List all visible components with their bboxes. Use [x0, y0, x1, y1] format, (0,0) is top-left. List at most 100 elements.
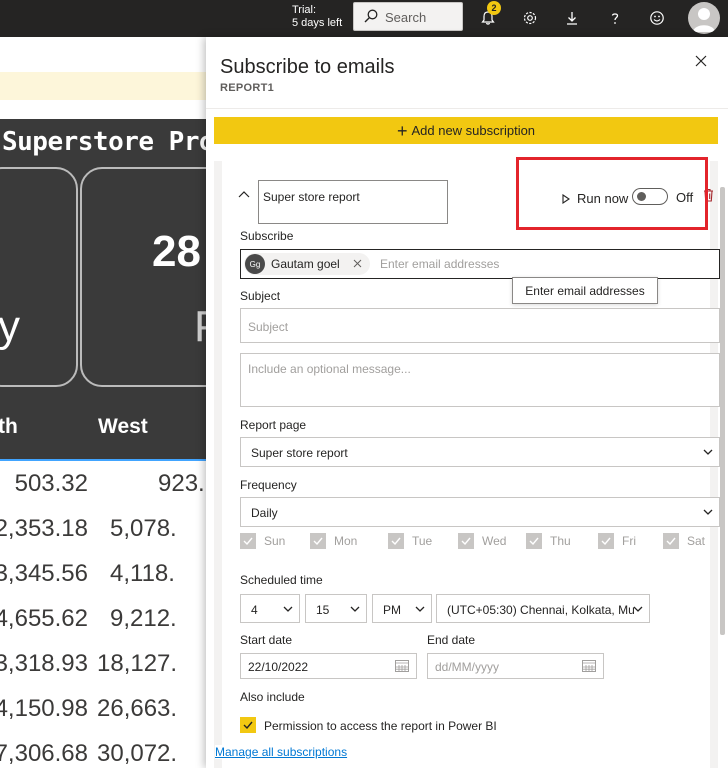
- day-label: Tue: [412, 534, 433, 548]
- subscription-card: Super store report Run now Off Subscribe…: [214, 161, 720, 768]
- manage-subscriptions-link[interactable]: Manage all subscriptions: [215, 745, 348, 759]
- day-label: Mon: [334, 534, 358, 548]
- kpi-value: 28: [152, 227, 201, 276]
- add-subscription-button[interactable]: + Add new subscription: [214, 117, 718, 144]
- hour-value: 4: [251, 603, 258, 617]
- help-icon[interactable]: [605, 8, 625, 28]
- also-include-label: Also include: [240, 690, 305, 704]
- subscription-form: Super store report Run now Off Subscribe…: [222, 161, 720, 768]
- recipient-chip: Gg Gautam goel: [244, 253, 370, 275]
- trial-label: Trial:: [292, 4, 317, 16]
- subject-input[interactable]: Subject: [240, 308, 720, 343]
- subscribe-label: Subscribe: [240, 229, 294, 243]
- day-label: Sat: [687, 534, 706, 548]
- remove-recipient-icon[interactable]: [353, 259, 362, 268]
- end-date-label: End date: [427, 633, 476, 647]
- start-date-label: Start date: [240, 633, 293, 647]
- table-cell: 4,118.: [110, 560, 175, 587]
- chevron-down-icon: [283, 606, 293, 612]
- table-cell: 923.: [158, 470, 205, 497]
- day-label: Fri: [622, 534, 636, 548]
- search-icon: [364, 9, 378, 23]
- table-cell: 18,127.: [97, 650, 178, 677]
- email-tooltip: Enter email addresses: [512, 277, 658, 304]
- download-icon[interactable]: [562, 8, 582, 28]
- day-label: Sun: [264, 534, 286, 548]
- plus-icon: +: [396, 120, 408, 141]
- timezone-select[interactable]: (UTC+05:30) Chennai, Kolkata, Mu: [436, 594, 650, 623]
- checkbox: [310, 533, 326, 549]
- chevron-up-icon[interactable]: [238, 189, 250, 199]
- recipients-field[interactable]: Gg Gautam goel Enter email addresses: [240, 249, 720, 279]
- email-input-placeholder[interactable]: Enter email addresses: [380, 257, 499, 271]
- calendar-icon[interactable]: [582, 659, 596, 672]
- chevron-down-icon: [415, 606, 425, 612]
- table-cell: 3,318.93: [0, 650, 88, 677]
- close-icon[interactable]: [694, 54, 708, 68]
- header-divider: [0, 459, 206, 461]
- ampm-select[interactable]: PM: [372, 594, 432, 623]
- checkbox: [526, 533, 542, 549]
- end-date-field[interactable]: dd/MM/yyyy: [427, 653, 604, 679]
- search-label: Search: [385, 10, 427, 25]
- kpi-label: P: [194, 302, 206, 352]
- table-cell: 26,663.: [97, 695, 178, 722]
- day-checkbox-sun[interactable]: Sun: [240, 533, 285, 549]
- checkbox: [598, 533, 614, 549]
- day-checkbox-fri[interactable]: Fri: [598, 533, 636, 549]
- table-cell: 4,150.98: [0, 695, 88, 722]
- recipient-name: Gautam goel: [271, 257, 340, 271]
- timezone-value: (UTC+05:30) Chennai, Kolkata, Mu: [447, 603, 635, 617]
- start-date-field[interactable]: 22/10/2022: [240, 653, 417, 679]
- chevron-down-icon: [350, 606, 360, 612]
- subscription-name-input[interactable]: Super store report: [258, 180, 448, 224]
- table-cell: 2,353.18: [0, 515, 88, 542]
- smiley-icon[interactable]: [647, 8, 667, 28]
- frequency-select[interactable]: Daily: [240, 497, 720, 527]
- day-checkbox-sat[interactable]: Sat: [663, 533, 705, 549]
- table-cell: 503.32: [14, 470, 88, 497]
- gear-icon[interactable]: [520, 8, 540, 28]
- trial-status: Trial: 5 days left: [292, 4, 342, 30]
- permission-checkbox[interactable]: [240, 717, 256, 733]
- divider: [206, 108, 728, 109]
- top-bar: Trial: 5 days left Search 2: [0, 0, 728, 37]
- kpi-card: [80, 167, 206, 387]
- hour-select[interactable]: 4: [240, 594, 300, 623]
- scheduled-time-label: Scheduled time: [240, 573, 323, 587]
- message-textarea[interactable]: Include an optional message...: [240, 353, 720, 407]
- start-date-value: 22/10/2022: [248, 660, 309, 674]
- user-avatar[interactable]: [688, 2, 720, 34]
- day-checkbox-tue[interactable]: Tue: [388, 533, 432, 549]
- kpi-label: y: [0, 302, 20, 351]
- report-name: REPORT1: [220, 82, 275, 94]
- checkbox: [240, 533, 256, 549]
- permission-label: Permission to access the report in Power…: [264, 719, 497, 733]
- checkbox: [458, 533, 474, 549]
- column-header: th: [0, 415, 18, 438]
- ampm-value: PM: [383, 603, 401, 617]
- table-cell: 5,078.: [110, 515, 177, 542]
- table-cell: 3,345.56: [0, 560, 88, 587]
- column-header: West: [98, 415, 148, 438]
- frequency-label: Frequency: [240, 478, 297, 492]
- day-label: Thu: [550, 534, 571, 548]
- notice-strip: [0, 72, 206, 100]
- day-label: Wed: [482, 534, 507, 548]
- chevron-down-icon: [633, 606, 643, 612]
- table-cell: 4,655.62: [0, 605, 88, 632]
- minute-select[interactable]: 15: [305, 594, 367, 623]
- report-page-select[interactable]: Super store report: [240, 437, 720, 467]
- frequency-value: Daily: [251, 506, 278, 520]
- day-checkbox-mon[interactable]: Mon: [310, 533, 357, 549]
- day-checkbox-thu[interactable]: Thu: [526, 533, 571, 549]
- table-cell: 7,306.68: [0, 740, 88, 767]
- scrollbar[interactable]: [720, 187, 725, 635]
- kpi-card: [0, 167, 78, 387]
- panel-title: Subscribe to emails: [220, 56, 395, 78]
- trial-days-left: 5 days left: [292, 17, 343, 29]
- day-checkbox-wed[interactable]: Wed: [458, 533, 506, 549]
- search-box[interactable]: Search: [353, 2, 463, 31]
- calendar-icon[interactable]: [395, 659, 409, 672]
- notification-count-badge: 2: [487, 1, 501, 15]
